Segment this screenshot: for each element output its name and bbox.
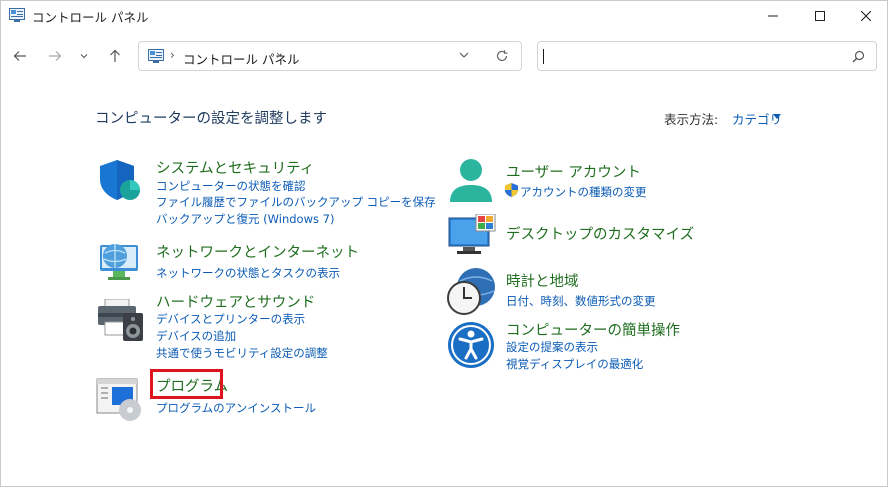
category-title[interactable]: 時計と地域 [506,270,579,291]
breadcrumb-separator[interactable]: › [276,48,281,62]
category-link[interactable]: プログラムのアンインストール [156,400,316,416]
desktop-monitor-icon[interactable] [448,214,496,256]
control-panel-icon [9,8,25,22]
printer-speaker-icon[interactable] [97,299,147,343]
maximize-button[interactable] [797,1,843,31]
control-panel-icon [148,49,164,63]
category-title[interactable]: ユーザー アカウント [506,161,641,182]
recent-locations-button[interactable] [74,43,94,69]
refresh-icon[interactable] [495,49,509,63]
minimize-button[interactable] [750,1,796,31]
arrow-right-icon [49,51,62,61]
text-caret [543,49,544,64]
up-button[interactable] [102,43,128,69]
caret-down-icon[interactable] [773,114,781,119]
category-link[interactable]: バックアップと復元 (Windows 7) [156,211,334,227]
back-button[interactable] [7,43,33,69]
window-title: コントロール パネル [32,10,149,25]
highlight-box [150,369,223,399]
category-link[interactable]: デバイスの追加 [156,328,236,344]
arrow-up-icon [110,49,120,62]
category-link[interactable]: コンピューターの状態を確認 [156,178,306,194]
maximize-icon [815,11,825,21]
category-link[interactable]: 日付、時刻、数値形式の変更 [506,293,656,309]
user-icon[interactable] [448,158,494,204]
address-dropdown-icon[interactable] [459,51,469,59]
breadcrumb-separator[interactable]: › [170,48,175,62]
close-button[interactable] [843,1,888,31]
category-title[interactable]: ネットワークとインターネット [156,241,359,262]
category-title[interactable]: ハードウェアとサウンド [156,291,315,312]
category-title[interactable]: コンピューターの簡単操作 [506,319,680,340]
uac-shield-icon [505,183,518,197]
category-link[interactable]: デバイスとプリンターの表示 [156,311,305,327]
category-title[interactable]: システムとセキュリティ [156,157,314,178]
minimize-icon [768,15,778,17]
programs-icon[interactable] [96,378,144,422]
breadcrumb-control-panel[interactable]: コントロール パネル [183,49,299,68]
accessibility-icon[interactable] [447,321,495,369]
search-icon[interactable] [852,50,865,63]
category-link[interactable]: ファイル履歴でファイルのバックアップ コピーを保存 [156,194,436,210]
view-by-label: 表示方法: [664,112,719,127]
arrow-left-icon [13,51,26,61]
network-globe-icon[interactable] [96,236,142,282]
chevron-down-icon [80,54,88,59]
address-bar[interactable]: › コントロール パネル › [138,41,522,71]
page-title: コンピューターの設定を調整します [95,111,327,127]
clock-globe-icon[interactable] [446,267,496,317]
shield-icon[interactable] [97,157,143,203]
category-link[interactable]: アカウントの種類の変更 [520,184,647,200]
forward-button[interactable] [42,43,68,69]
category-title[interactable]: デスクトップのカスタマイズ [506,223,694,244]
title-bar: コントロール パネル [1,1,887,31]
category-link[interactable]: 共通で使うモビリティ設定の調整 [156,345,328,361]
category-link[interactable]: 視覚ディスプレイの最適化 [506,356,643,372]
category-link[interactable]: 設定の提案の表示 [506,339,598,355]
close-icon [861,11,871,21]
category-link[interactable]: ネットワークの状態とタスクの表示 [156,265,340,281]
search-input[interactable] [537,41,877,71]
